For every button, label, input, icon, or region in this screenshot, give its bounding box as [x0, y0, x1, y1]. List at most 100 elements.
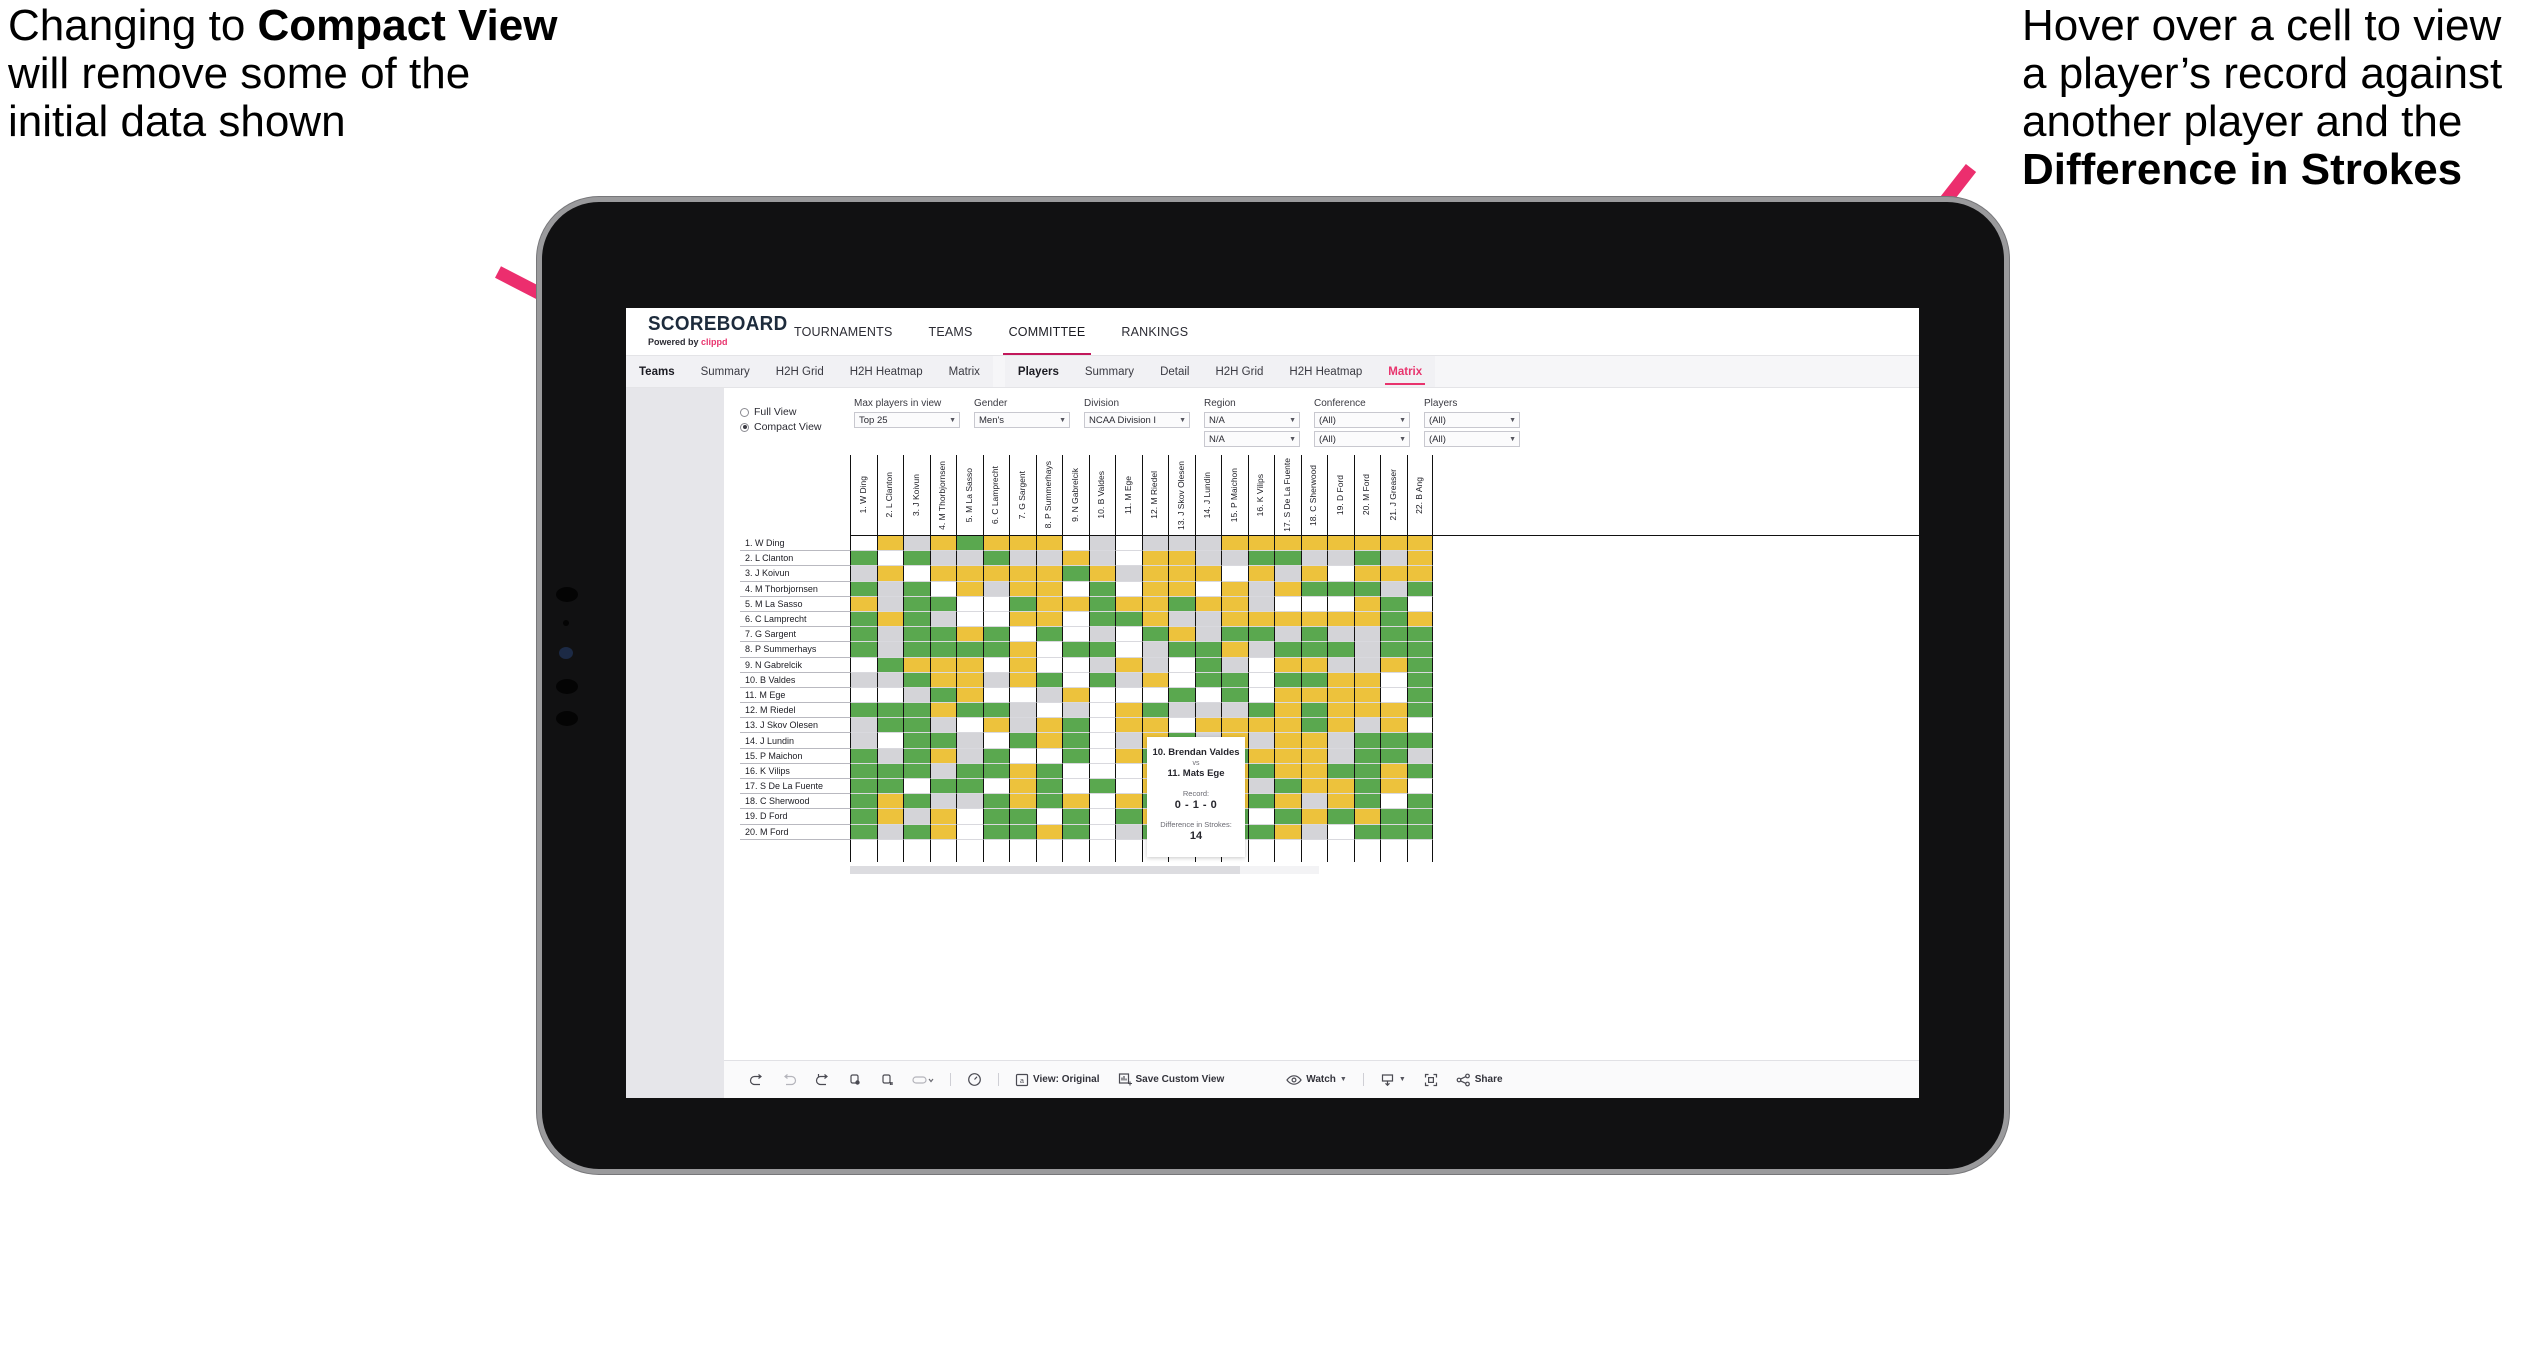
- matrix-cell[interactable]: [850, 611, 877, 628]
- matrix-cell[interactable]: [1300, 642, 1327, 658]
- matrix-cell[interactable]: [876, 824, 903, 840]
- matrix-cell[interactable]: [1194, 687, 1221, 704]
- matrix-cell[interactable]: [929, 566, 956, 582]
- matrix-cell[interactable]: [929, 748, 956, 764]
- matrix-row-label[interactable]: 9. N Gabrelcik: [740, 657, 850, 673]
- matrix-cell[interactable]: [1141, 718, 1168, 734]
- select-max-players[interactable]: Top 25 ▼: [854, 412, 960, 428]
- matrix-cell[interactable]: [1327, 779, 1354, 795]
- matrix-cell[interactable]: [1300, 763, 1327, 779]
- matrix-cell[interactable]: [876, 809, 903, 825]
- matrix-cell[interactable]: [1035, 748, 1062, 764]
- matrix-cell[interactable]: [1406, 581, 1433, 597]
- select-division[interactable]: NCAA Division I ▼: [1084, 412, 1190, 428]
- matrix-cell[interactable]: [1221, 687, 1248, 704]
- matrix-cell[interactable]: [1141, 627, 1168, 643]
- matrix-cell[interactable]: [1221, 581, 1248, 597]
- matrix-row-label[interactable]: 19. D Ford: [740, 809, 850, 825]
- matrix-cell[interactable]: [1009, 703, 1036, 719]
- matrix-cell[interactable]: [1062, 536, 1089, 552]
- matrix-cell[interactable]: [956, 809, 983, 825]
- matrix-cell[interactable]: [1141, 687, 1168, 704]
- matrix-row-label[interactable]: 5. M La Sasso: [740, 596, 850, 612]
- matrix-cell[interactable]: [1168, 642, 1195, 658]
- matrix-cell[interactable]: [1009, 763, 1036, 779]
- matrix-cell[interactable]: [1327, 794, 1354, 810]
- matrix-cell[interactable]: [929, 779, 956, 795]
- matrix-cell[interactable]: [1406, 779, 1433, 795]
- matrix-cell[interactable]: [1009, 779, 1036, 795]
- matrix-cell[interactable]: [929, 733, 956, 749]
- matrix-cell[interactable]: [1062, 611, 1089, 628]
- matrix-cell[interactable]: [1115, 748, 1142, 764]
- matrix-cell[interactable]: [1221, 566, 1248, 582]
- matrix-cell[interactable]: [1353, 703, 1380, 719]
- matrix-cell[interactable]: [929, 718, 956, 734]
- matrix-cell[interactable]: [1088, 824, 1115, 840]
- matrix-cell[interactable]: [1300, 657, 1327, 673]
- matrix-cell[interactable]: [1168, 687, 1195, 704]
- matrix-cell[interactable]: [956, 718, 983, 734]
- matrix-cell[interactable]: [850, 763, 877, 779]
- matrix-cell[interactable]: [956, 627, 983, 643]
- matrix-cell[interactable]: [1221, 627, 1248, 643]
- matrix-cell[interactable]: [1141, 672, 1168, 688]
- matrix-cell[interactable]: [1115, 703, 1142, 719]
- matrix-cell[interactable]: [850, 794, 877, 810]
- select-region-2[interactable]: N/A ▼: [1204, 431, 1300, 447]
- matrix-column-header[interactable]: 1. W Ding: [850, 455, 877, 535]
- matrix-cell[interactable]: [850, 687, 877, 704]
- revert-button[interactable]: [806, 1073, 839, 1086]
- tab-teams[interactable]: Teams: [626, 356, 688, 387]
- matrix-cell[interactable]: [1141, 536, 1168, 552]
- matrix-cell[interactable]: [903, 779, 930, 795]
- matrix-cell[interactable]: [1115, 824, 1142, 840]
- matrix-cell[interactable]: [1406, 733, 1433, 749]
- matrix-column-header[interactable]: 5. M La Sasso: [956, 455, 983, 535]
- matrix-cell[interactable]: [1035, 718, 1062, 734]
- matrix-cell[interactable]: [1009, 687, 1036, 704]
- matrix-cell[interactable]: [1300, 794, 1327, 810]
- matrix-cell[interactable]: [1380, 718, 1407, 734]
- matrix-cell[interactable]: [929, 581, 956, 597]
- matrix-cell[interactable]: [850, 718, 877, 734]
- matrix-cell[interactable]: [1274, 566, 1301, 582]
- matrix-cell[interactable]: [1062, 551, 1089, 567]
- matrix-cell[interactable]: [1168, 718, 1195, 734]
- save-custom-view-button[interactable]: Save Custom View: [1109, 1072, 1234, 1087]
- matrix-cell[interactable]: [1141, 596, 1168, 612]
- matrix-cell[interactable]: [1035, 596, 1062, 612]
- matrix-cell[interactable]: [982, 627, 1009, 643]
- matrix-cell[interactable]: [1327, 611, 1354, 628]
- matrix-cell[interactable]: [1247, 748, 1274, 764]
- matrix-cell[interactable]: [850, 703, 877, 719]
- matrix-cell[interactable]: [1062, 748, 1089, 764]
- matrix-cell[interactable]: [876, 642, 903, 658]
- matrix-row-label[interactable]: 18. C Sherwood: [740, 794, 850, 810]
- matrix-cell[interactable]: [1062, 642, 1089, 658]
- matrix-cell[interactable]: [1300, 627, 1327, 643]
- matrix-row-label[interactable]: 16. K Vilips: [740, 763, 850, 779]
- matrix-row-label[interactable]: 17. S De La Fuente: [740, 779, 850, 795]
- matrix-cell[interactable]: [1274, 672, 1301, 688]
- matrix-cell[interactable]: [1194, 536, 1221, 552]
- matrix-cell[interactable]: [1274, 536, 1301, 552]
- matrix-cell[interactable]: [1327, 657, 1354, 673]
- matrix-cell[interactable]: [1380, 627, 1407, 643]
- matrix-cell[interactable]: [1062, 581, 1089, 597]
- matrix-cell[interactable]: [956, 551, 983, 567]
- matrix-cell[interactable]: [1327, 581, 1354, 597]
- matrix-cell[interactable]: [903, 672, 930, 688]
- select-region-1[interactable]: N/A ▼: [1204, 412, 1300, 428]
- matrix-row-label[interactable]: 1. W Ding: [740, 536, 850, 552]
- matrix-cell[interactable]: [1115, 809, 1142, 825]
- matrix-cell[interactable]: [1088, 794, 1115, 810]
- matrix-cell[interactable]: [1274, 687, 1301, 704]
- matrix-cell[interactable]: [982, 703, 1009, 719]
- matrix-cell[interactable]: [1406, 657, 1433, 673]
- view-original-button[interactable]: a View: Original: [1006, 1073, 1109, 1087]
- matrix-cell[interactable]: [1115, 718, 1142, 734]
- matrix-cell[interactable]: [876, 566, 903, 582]
- matrix-cell[interactable]: [1247, 536, 1274, 552]
- matrix-cell[interactable]: [876, 687, 903, 704]
